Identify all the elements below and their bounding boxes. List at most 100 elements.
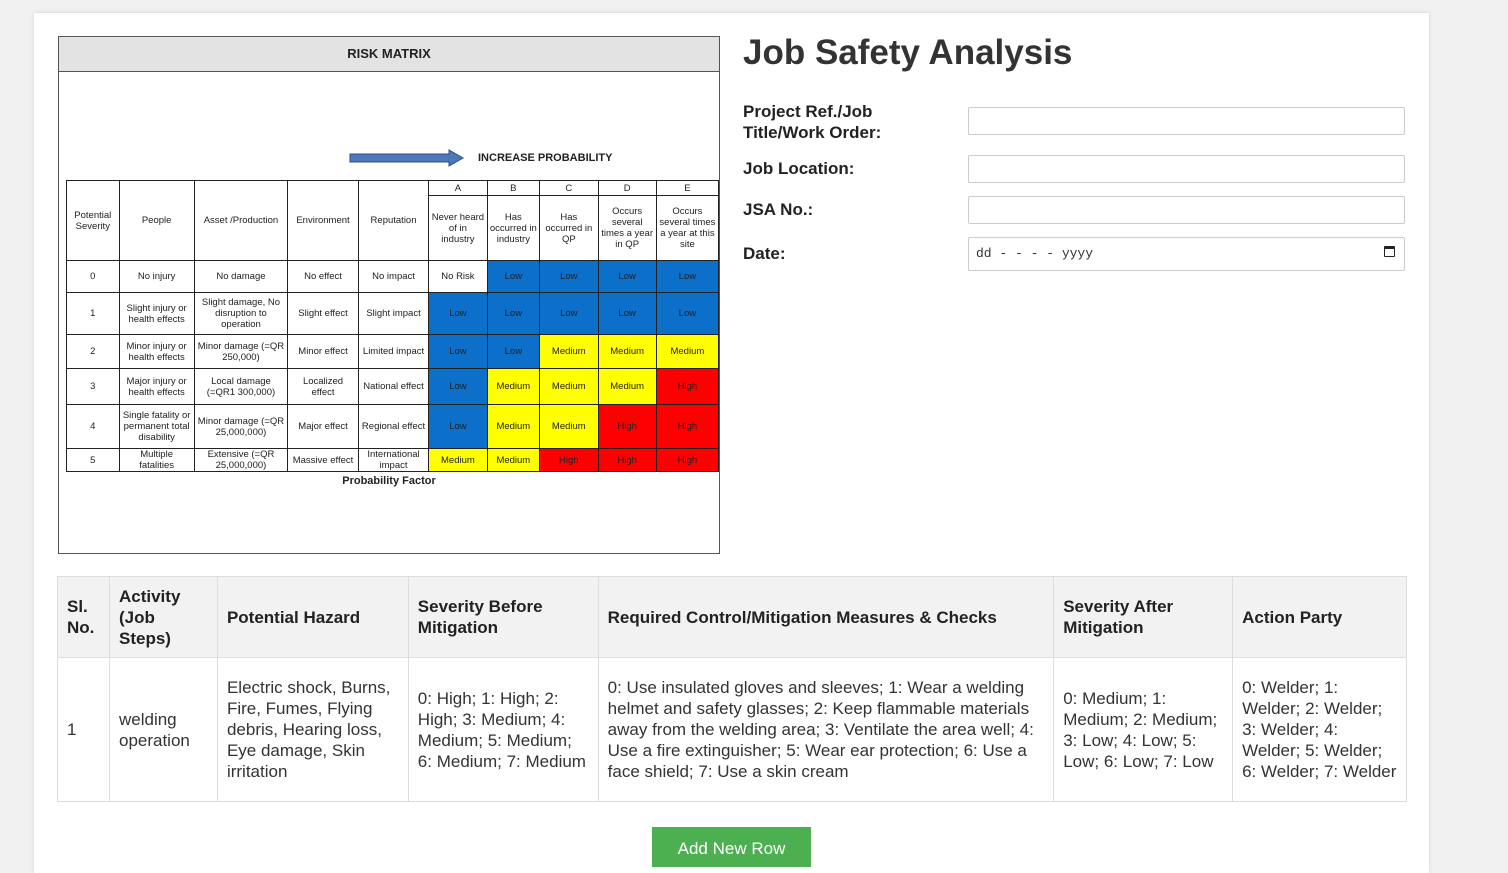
column-desc: Has occurred in industry [486,195,541,261]
risk-cell: Low [597,292,657,335]
severity-level: 2 [66,334,120,369]
job-location-input[interactable] [968,155,1405,183]
risk-cell: High [539,448,599,472]
page-title: Job Safety Analysis [743,33,1073,72]
header-asset: Asset /Production [193,180,289,261]
column-desc: Never heard of in industry [428,195,488,261]
risk-cell: Low [655,292,720,335]
risk-cell: Low [486,334,541,369]
header-environment: Environment [287,180,359,261]
environment-impact: Major effect [287,404,359,449]
environment-impact: Slight effect [287,292,359,335]
matrix-row: 2 Minor injury or health effects Minor d… [66,334,720,369]
reputation-impact: National effect [357,368,430,405]
cell-sl-no: 1 [57,657,110,802]
cell-controls: 0: Use insulated gloves and sleeves; 1: … [597,657,1055,802]
project-ref-input[interactable] [968,107,1405,135]
reputation-impact: Limited impact [357,334,430,369]
col-controls: Required Control/Mitigation Measures & C… [597,576,1055,658]
environment-impact: Massive effect [287,448,359,472]
risk-cell: Low [539,292,599,335]
matrix-row: 3 Major injury or health effects Local d… [66,368,720,405]
column-letter: E [655,180,720,196]
table-row: 1 welding operation Electric shock, Burn… [57,657,1407,802]
header-severity: Potential Severity [66,180,120,261]
cell-action-party: 0: Welder; 1: Welder; 2: Welder; 3: Weld… [1232,657,1407,802]
table-header-row: Sl. No. Activity (Job Steps) Potential H… [57,576,1407,658]
cell-activity: welding operation [108,657,218,802]
matrix-row: 0 No injury No damage No effect No impac… [66,260,720,293]
severity-level: 3 [66,368,120,405]
risk-cell: Low [486,292,541,335]
risk-cell: Low [428,404,488,449]
column-letter: B [486,180,541,196]
risk-cell: Low [597,260,657,293]
environment-impact: No effect [287,260,359,293]
risk-cell: Low [486,260,541,293]
risk-cell: High [655,368,720,405]
header-reputation: Reputation [357,180,430,261]
col-action-party: Action Party [1232,576,1407,658]
risk-matrix-image: RISK MATRIX INCREASE PROBABILITY Potenti… [58,36,720,554]
risk-cell: High [655,448,720,472]
severity-level: 1 [66,292,120,335]
risk-cell: High [655,404,720,449]
increase-probability-label: INCREASE PROBABILITY [478,152,613,164]
risk-cell: Medium [486,448,541,472]
job-location-label: Job Location: [743,159,855,178]
cell-hazard: Electric shock, Burns, Fire, Fumes, Flyi… [216,657,409,802]
people-impact: Single fatality or permanent total disab… [118,404,195,449]
add-new-row-button[interactable]: Add New Row [652,827,811,867]
project-ref-label: Project Ref./Job Title/Work Order: [743,102,882,142]
reputation-impact: Slight impact [357,292,430,335]
environment-impact: Minor effect [287,334,359,369]
asset-impact: Extensive (=QR 25,000,000) [193,448,289,472]
date-input[interactable]: dd - - - - yyyy [968,237,1405,271]
col-hazard: Potential Hazard [216,576,409,658]
people-impact: Slight injury or health effects [118,292,195,335]
risk-cell: Medium [597,368,657,405]
risk-cell: Low [428,334,488,369]
column-desc: Occurs several times a year in QP [597,195,657,261]
column-letter: D [597,180,657,196]
column-letter: C [539,180,599,196]
matrix-row: 4 Single fatality or permanent total dis… [66,404,720,449]
people-impact: No injury [118,260,195,293]
cell-severity-after: 0: Medium; 1: Medium; 2: Medium; 3: Low;… [1053,657,1234,802]
jsa-no-input[interactable] [968,196,1405,224]
cell-severity-before: 0: High; 1: High; 2: High; 3: Medium; 4:… [407,657,599,802]
risk-cell: Low [428,292,488,335]
date-placeholder: dd - - - - yyyy [976,246,1094,261]
risk-cell: Medium [539,368,599,405]
asset-impact: Local damage (=QR1 300,000) [193,368,289,405]
risk-cell: Medium [539,334,599,369]
jsa-table: Sl. No. Activity (Job Steps) Potential H… [57,576,1407,802]
column-desc: Has occurred in QP [539,195,599,261]
reputation-impact: Regional effect [357,404,430,449]
severity-level: 4 [66,404,120,449]
risk-cell: High [597,404,657,449]
risk-cell: Medium [539,404,599,449]
asset-impact: Slight damage, No disruption to operatio… [193,292,289,335]
people-impact: Major injury or health effects [118,368,195,405]
date-label: Date: [743,244,786,263]
people-impact: Multiple fatalities [118,448,195,472]
risk-matrix-title: RISK MATRIX [59,37,719,72]
column-letter: A [428,180,488,196]
risk-cell: Low [428,368,488,405]
risk-cell: No Risk [428,260,488,293]
risk-matrix-table: Potential Severity People Asset /Product… [66,180,720,472]
header-people: People [118,180,195,261]
column-desc: Occurs several times a year at this site [655,195,720,261]
col-activity: Activity (Job Steps) [108,576,218,658]
people-impact: Minor injury or health effects [118,334,195,369]
jsa-no-label: JSA No.: [743,200,814,219]
reputation-impact: International impact [357,448,430,472]
calendar-icon[interactable] [1384,246,1395,257]
risk-cell: Medium [486,404,541,449]
risk-cell: Medium [428,448,488,472]
severity-level: 5 [66,448,120,472]
risk-cell: Medium [486,368,541,405]
col-severity-before: Severity Before Mitigation [407,576,599,658]
risk-cell: High [597,448,657,472]
